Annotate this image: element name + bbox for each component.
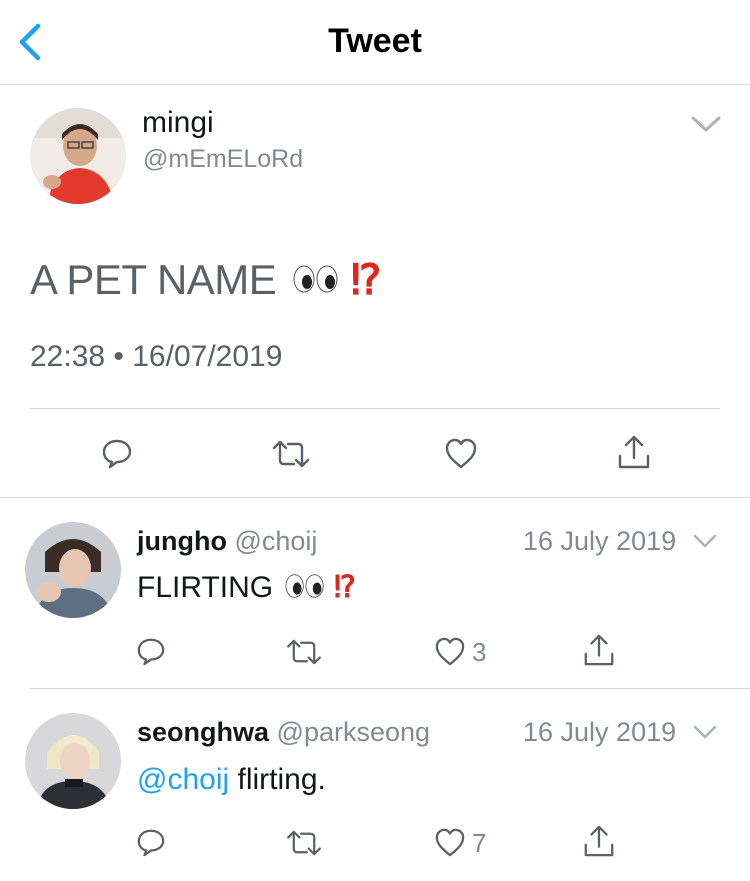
eyes-emoji [285, 574, 325, 598]
reply-text-content: flirting. [229, 763, 326, 796]
divider [30, 688, 750, 689]
reply-icon[interactable] [136, 827, 166, 857]
eyes-emoji [293, 265, 338, 293]
tweet-text: A PET NAME ⁉ [30, 255, 382, 304]
tweet-timestamp: 22:38 • 16/07/2019 [30, 340, 283, 373]
avatar[interactable] [25, 522, 121, 618]
author-handle[interactable]: @choij [234, 526, 317, 556]
retweet-icon[interactable] [286, 830, 322, 856]
like-icon[interactable] [434, 828, 466, 858]
author-line: seonghwa @parkseong [137, 717, 430, 748]
page-title: Tweet [328, 22, 422, 60]
reply-text-content: FLIRTING [137, 571, 274, 604]
nav-bar: Tweet [0, 0, 750, 85]
avatar-image [30, 108, 126, 204]
mention-link[interactable]: @choij [137, 763, 229, 796]
divider [0, 497, 750, 498]
reply-icon[interactable] [136, 636, 166, 666]
author-handle[interactable]: @mEmELoRd [143, 145, 303, 174]
tweet-text-content: A PET NAME [30, 256, 277, 303]
retweet-icon[interactable] [272, 440, 310, 468]
exclamation-question-emoji: ⁉ [333, 571, 356, 604]
chevron-down-icon[interactable] [690, 114, 722, 134]
like-count: 3 [472, 637, 487, 667]
author-handle[interactable]: @parkseong [277, 717, 431, 747]
author-line: jungho @choij [137, 526, 317, 557]
like-icon[interactable] [434, 637, 466, 667]
share-icon[interactable] [616, 434, 652, 470]
author-name[interactable]: jungho [137, 526, 227, 556]
like-count: 7 [472, 828, 487, 858]
reply-icon[interactable] [101, 437, 133, 469]
share-icon[interactable] [582, 633, 616, 667]
avatar[interactable] [30, 108, 126, 204]
avatar-image [25, 713, 121, 809]
reply-text: FLIRTING ⁉ [137, 570, 356, 605]
reply-date: 16 July 2019 [523, 717, 677, 747]
reply-date: 16 July 2019 [523, 526, 677, 556]
reply-text: @choij flirting. [137, 763, 326, 797]
exclamation-question-emoji: ⁉ [350, 256, 382, 303]
author-name[interactable]: mingi [142, 106, 214, 140]
share-icon[interactable] [582, 824, 616, 858]
avatar[interactable] [25, 713, 121, 809]
retweet-icon[interactable] [286, 639, 322, 665]
chevron-down-icon[interactable] [692, 724, 718, 740]
divider [30, 408, 720, 409]
like-icon[interactable] [444, 438, 478, 470]
avatar-image [25, 522, 121, 618]
author-name[interactable]: seonghwa [137, 717, 269, 747]
chevron-down-icon[interactable] [692, 533, 718, 549]
